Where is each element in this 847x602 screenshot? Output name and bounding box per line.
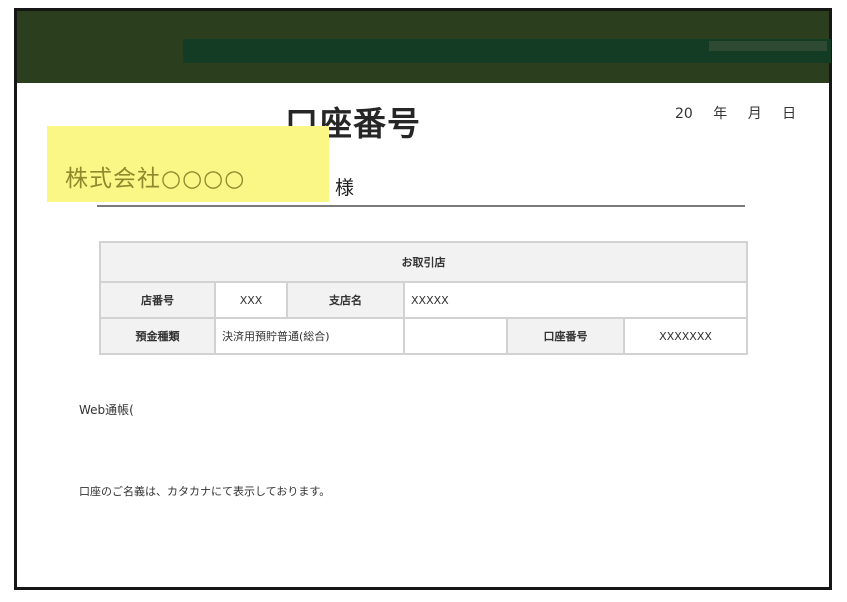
company-name: 株式会社○○○○ (65, 166, 246, 192)
account-number-label: 口座番号 (506, 317, 625, 355)
deposit-type-spacer (403, 317, 508, 355)
deposit-type-label: 預金種類 (99, 317, 216, 355)
header-band-highlight (709, 41, 827, 51)
table-row: 預金種類 決済用預貯普通(総合) 口座番号 XXXXXXX (99, 317, 749, 355)
table-row: 店番号 XXX 支店名 XXXXX (99, 281, 749, 319)
honorific: 様 (335, 177, 355, 199)
bank-info-table: お取引店 店番号 XXX 支店名 XXXXX 預金種類 決済用預貯普通(総合) … (98, 241, 749, 355)
branch-name-label: 支店名 (286, 281, 405, 319)
table-header-row: お取引店 (98, 241, 749, 283)
account-number-value: XXXXXXX (622, 317, 749, 355)
branch-number-label: 店番号 (99, 281, 216, 319)
branch-header: お取引店 (98, 241, 749, 283)
name-underline (97, 205, 745, 207)
header-bar (17, 11, 831, 83)
web-passbook-label: Web通帳( (79, 403, 134, 417)
branch-name-value: XXXXX (402, 281, 749, 319)
deposit-type-value: 決済用預貯普通(総合) (214, 317, 405, 355)
branch-number-value: XXX (214, 281, 288, 319)
document-frame: 口座番号 20 年 月 日 株式会社○○○○ 様 お取引店 店番号 XXX 支店… (14, 8, 832, 590)
account-name-note: 口座のご名義は、カタカナにて表示しております。 (79, 485, 331, 498)
date-field: 20 年 月 日 (675, 106, 797, 122)
